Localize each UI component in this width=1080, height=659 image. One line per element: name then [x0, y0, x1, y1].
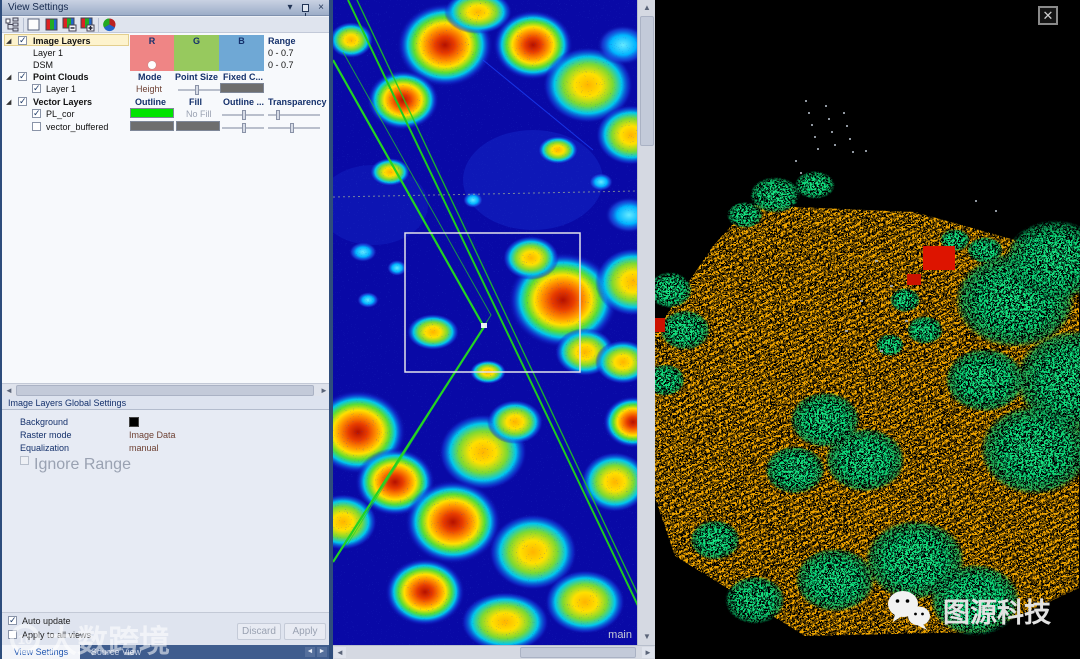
pc-mode-value[interactable]: Height [136, 84, 162, 94]
column-header-outline: Outline [135, 97, 166, 107]
pl-cor-outline-swatch[interactable] [130, 108, 174, 118]
dsm-red-channel-dot[interactable] [148, 61, 156, 69]
tab-scroll-left-icon[interactable]: ◄ [305, 647, 315, 657]
background-label: Background [20, 417, 69, 427]
column-header-b: B [238, 36, 245, 46]
image-layer-icon[interactable] [26, 17, 42, 33]
tree-item-vector-layers[interactable]: Vector Layers [33, 97, 92, 107]
pl-cor-fill-value[interactable]: No Fill [186, 109, 212, 119]
image-layers-global-settings: Image Layers Global Settings Background … [2, 396, 331, 612]
panel-toolbar [2, 17, 331, 33]
expand-arrow-icon[interactable]: ◢ [6, 37, 11, 45]
tree-item-pl-cor[interactable]: PL_cor [46, 109, 75, 119]
apply-button[interactable]: Apply [284, 623, 326, 640]
viewport-vertical-scrollbar[interactable]: ▲ ▼ [637, 0, 655, 645]
layer-tree: ◢ Image Layers R G B Range Layer 1 0 - 0… [2, 33, 331, 383]
rgb-band-add-icon[interactable] [80, 17, 96, 33]
pc-layer1-checkbox[interactable] [32, 83, 41, 94]
scrollbar-thumb[interactable] [520, 647, 636, 658]
rgb-bands-icon[interactable] [44, 17, 60, 33]
panel-titlebar[interactable]: View Settings ▾ × [2, 0, 331, 16]
expand-arrow-icon[interactable]: ◢ [6, 98, 11, 106]
scrollbar-thumb[interactable] [16, 385, 314, 396]
close-view-icon[interactable]: ✕ [1038, 6, 1058, 25]
expand-arrow-icon[interactable]: ◢ [6, 73, 11, 81]
column-header-g: G [192, 36, 200, 46]
rgb-band-remove-icon[interactable] [62, 17, 78, 33]
dsm-heatmap-raster [333, 0, 637, 645]
viewport-3d-pointcloud[interactable]: ✕ [655, 0, 1080, 659]
global-settings-header: Image Layers Global Settings [2, 396, 331, 410]
scroll-left-icon[interactable]: ◄ [334, 647, 346, 658]
pin-icon[interactable] [302, 4, 309, 16]
collapse-arrow-icon[interactable]: ▾ [284, 2, 296, 14]
vector-buffered-outline-width-slider[interactable] [222, 123, 264, 133]
fixed-color-swatch[interactable] [220, 83, 264, 93]
image-layers-checkbox[interactable] [18, 35, 27, 46]
scrollbar-thumb[interactable] [640, 16, 654, 146]
scroll-up-icon[interactable]: ▲ [639, 1, 655, 14]
pl-cor-checkbox[interactable] [32, 108, 41, 119]
ignore-range-label: Ignore Range [34, 456, 131, 473]
viewport-2d-dsm[interactable]: main [333, 0, 637, 645]
tree-item-vector-buffered[interactable]: vector_buffered [46, 122, 108, 132]
tab-view-settings[interactable]: View Settings [2, 645, 80, 659]
raster-mode-label: Raster mode [20, 430, 72, 440]
layer1-range-value[interactable]: 0 - 0.7 [268, 48, 294, 58]
close-icon[interactable]: × [315, 2, 327, 14]
column-header-fill: Fill [189, 97, 202, 107]
point-clouds-checkbox[interactable] [18, 71, 27, 82]
column-header-fixed-color: Fixed C... [223, 72, 264, 82]
ignore-range-checkbox[interactable] [20, 456, 29, 465]
tab-scroll-right-icon[interactable]: ► [317, 647, 327, 657]
layer-tree-icon[interactable] [5, 17, 21, 33]
vertex-marker [481, 323, 487, 328]
tree-item-point-clouds[interactable]: Point Clouds [33, 72, 89, 82]
apply-all-views-label: Apply to all views [22, 630, 92, 640]
tree-item-dsm[interactable]: DSM [33, 60, 53, 70]
view-name-label: main [608, 629, 632, 641]
discard-button[interactable]: Discard [237, 623, 281, 640]
panel-title: View Settings [8, 2, 69, 13]
vector-buffered-transparency-slider[interactable] [268, 123, 320, 133]
background-color-swatch[interactable] [129, 417, 139, 427]
column-header-mode: Mode [138, 72, 162, 82]
scroll-down-icon[interactable]: ▼ [639, 630, 655, 643]
equalization-label: Equalization [20, 443, 70, 453]
column-header-transparency: Transparency [268, 97, 327, 107]
vector-buffered-outline-swatch[interactable] [130, 121, 174, 131]
pl-cor-transparency-slider[interactable] [268, 110, 320, 120]
column-header-range: Range [268, 36, 296, 46]
point-size-slider[interactable] [178, 85, 226, 95]
tab-source-view[interactable]: Source View [80, 645, 152, 659]
green-channel-band[interactable]: G [174, 35, 219, 71]
viewport-horizontal-scrollbar[interactable]: ◄ ► [333, 645, 655, 659]
panel-footer: Auto update Apply to all views Discard A… [2, 612, 331, 645]
vector-buffered-checkbox[interactable] [32, 122, 41, 131]
scroll-left-icon[interactable]: ◄ [3, 385, 15, 396]
application-window: View Settings ▾ × ◢ ✓ Image Layers R G B… [0, 0, 1080, 659]
color-sphere-icon[interactable] [102, 17, 118, 33]
raster-mode-value[interactable]: Image Data [129, 430, 176, 440]
apply-all-views-checkbox[interactable] [8, 630, 17, 639]
auto-update-label: Auto update [22, 616, 71, 626]
panel-horizontal-scrollbar[interactable]: ◄ ► [2, 383, 331, 396]
vector-layers-checkbox[interactable] [18, 96, 27, 107]
tree-item-layer1-image[interactable]: Layer 1 [33, 48, 63, 58]
auto-update-checkbox[interactable] [8, 615, 17, 626]
blue-channel-band[interactable]: B [219, 35, 264, 71]
equalization-value[interactable]: manual [129, 443, 159, 453]
scroll-right-icon[interactable]: ► [642, 647, 654, 658]
pl-cor-outline-width-slider[interactable] [222, 110, 264, 120]
column-header-r: R [148, 36, 156, 46]
tree-item-image-layers[interactable]: Image Layers [33, 36, 91, 46]
view-settings-panel: View Settings ▾ × ◢ ✓ Image Layers R G B… [0, 0, 331, 659]
panel-tabbar: View Settings Source View ◄ ► [2, 645, 331, 659]
dsm-range-value[interactable]: 0 - 0.7 [268, 60, 294, 70]
column-header-point-size: Point Size [175, 72, 219, 82]
pointcloud-render [655, 0, 1080, 659]
tree-item-layer1-pc[interactable]: Layer 1 [46, 84, 76, 94]
vector-buffered-fill-swatch[interactable] [176, 121, 220, 131]
column-header-outline2: Outline ... [223, 97, 265, 107]
